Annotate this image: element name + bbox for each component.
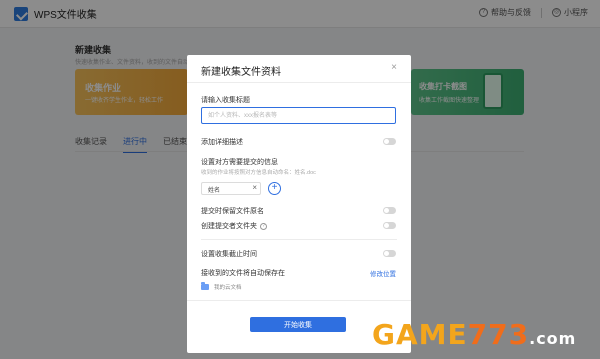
title-field-label: 请输入收集标题 [201,97,250,104]
submit-info-label: 设置对方需要提交的信息 [201,159,278,166]
dialog-header-divider [187,82,411,83]
start-collection-button[interactable]: 开始收集 [250,317,346,332]
save-folder: 我的云文档 [201,282,242,291]
folder-name: 我的云文档 [214,285,242,291]
submit-info-hint: 收到的作业将按照对方信息自动命名：姓名.doc [201,170,316,176]
create-folder-label: 创建提交者文件夹 [201,223,257,230]
watermark-part: .com [529,329,577,348]
section-divider [201,239,397,240]
folder-icon [201,282,209,290]
add-description-toggle[interactable] [383,138,396,145]
modify-location-link[interactable]: 修改位置 [370,268,396,278]
create-folder-toggle[interactable] [383,222,396,229]
dialog-title: 新建收集文件资料 [201,67,281,78]
deadline-label: 设置收集截止时间 [201,251,257,258]
watermark-part: GAME [372,318,468,351]
info-chip-name: 姓名 × [201,182,261,195]
keep-filename-toggle[interactable] [383,207,396,214]
deadline-toggle[interactable] [383,250,396,257]
add-description-label: 添加详细描述 [201,139,243,146]
create-folder-row: 创建提交者文件夹? [201,221,267,231]
site-watermark-logo: GAME773.com [372,318,576,351]
title-input[interactable] [201,107,396,124]
autosave-label: 接收到的文件将自动保存在 [201,270,285,277]
new-collection-dialog: 新建收集文件资料 × 请输入收集标题 添加详细描述 设置对方需要提交的信息 收到… [187,55,411,353]
close-icon[interactable]: × [391,62,397,73]
help-icon[interactable]: ? [260,222,267,230]
keep-filename-label: 提交时保留文件原名 [201,208,264,215]
dialog-footer-divider [187,300,411,301]
remove-chip-icon[interactable]: × [252,183,257,192]
chip-label: 姓名 [208,188,221,194]
watermark-part: 773 [467,318,530,351]
add-info-button[interactable]: + [268,182,281,195]
